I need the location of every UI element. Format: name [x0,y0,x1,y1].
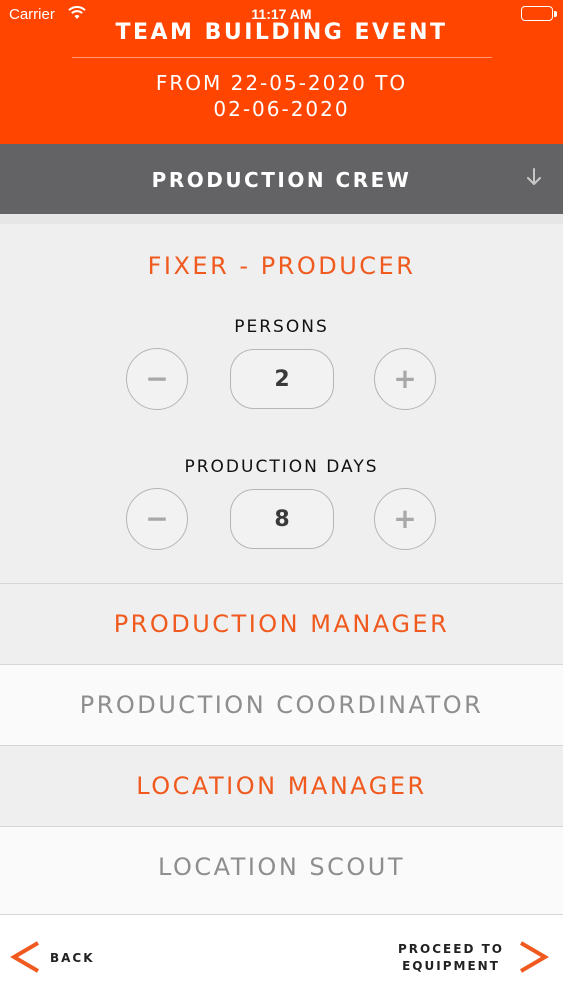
role-label: PRODUCTION COORDINATOR [79,691,484,719]
persons-value: 2 [230,349,334,409]
header: Carrier 11:17 AM TEAM BUILDING EVENT FRO… [0,0,563,144]
persons-label: PERSONS [234,317,329,337]
role-card-fixer-producer: FIXER - PRODUCER PERSONS − 2 + PRODUCTIO… [0,224,563,584]
section-title: PRODUCTION CREW [151,168,412,192]
role-row-production-manager[interactable]: PRODUCTION MANAGER [0,584,563,665]
header-divider [72,57,492,58]
event-dates-line1: FROM 22-05-2020 TO [155,71,408,95]
days-decrement-button[interactable]: − [126,488,188,550]
role-row-location-manager[interactable]: LOCATION MANAGER [0,746,563,827]
event-dates: FROM 22-05-2020 TO 02-06-2020 [0,70,563,122]
proceed-label-line1: PROCEED TO [398,942,504,956]
battery-tip [554,11,557,17]
production-days-label: PRODUCTION DAYS [184,457,379,477]
chevron-right-icon[interactable] [515,939,551,975]
back-label[interactable]: BACK [50,951,95,965]
battery-icon [521,6,553,21]
role-label: PRODUCTION MANAGER [113,610,450,638]
role-row-partial [0,907,563,915]
role-label: LOCATION SCOUT [157,853,406,881]
role-title[interactable]: FIXER - PRODUCER [0,252,563,280]
section-header-production-crew[interactable]: PRODUCTION CREW [0,144,563,214]
proceed-label[interactable]: PROCEED TO EQUIPMENT [391,941,511,975]
role-row-production-coordinator[interactable]: PRODUCTION COORDINATOR [0,665,563,746]
role-row-location-scout[interactable]: LOCATION SCOUT [0,827,563,908]
chevron-left-icon[interactable] [8,939,44,975]
arrow-down-icon[interactable] [523,166,545,194]
days-increment-button[interactable]: + [374,488,436,550]
event-dates-line2: 02-06-2020 [213,97,350,121]
event-title: TEAM BUILDING EVENT [115,20,448,45]
persons-increment-button[interactable]: + [374,348,436,410]
proceed-label-line2: EQUIPMENT [402,959,500,973]
role-label: LOCATION MANAGER [136,772,427,800]
section-shadow [0,214,563,224]
persons-decrement-button[interactable]: − [126,348,188,410]
footer-nav: BACK PROCEED TO EQUIPMENT [0,915,563,1000]
days-value: 8 [230,489,334,549]
